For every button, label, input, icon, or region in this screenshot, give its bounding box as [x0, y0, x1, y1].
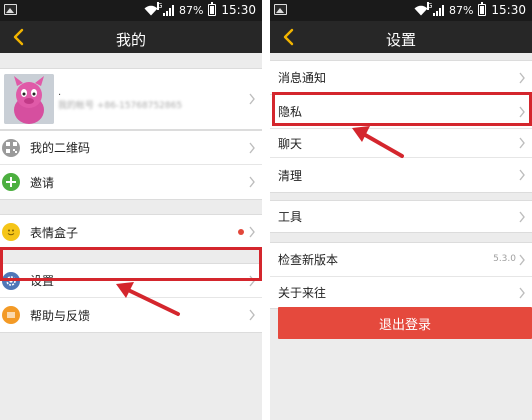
menu-label: 表情盒子: [30, 225, 79, 240]
notification-dot: [238, 229, 244, 235]
menu-item-settings[interactable]: 设置: [0, 264, 262, 298]
profile-row[interactable]: . 我的帐号 +86-15768752865: [0, 69, 262, 129]
signal-icon: G: [426, 1, 444, 16]
profile-name-dot: .: [58, 86, 62, 98]
settings-item-tools[interactable]: 工具: [270, 201, 532, 232]
chevron-right-icon: [249, 142, 255, 153]
nav-bar: 我的: [0, 21, 262, 53]
settings-item-privacy[interactable]: 隐私: [270, 95, 532, 129]
settings-label: 隐私: [278, 105, 303, 119]
battery-icon: [208, 2, 217, 16]
settings-item-cleanup[interactable]: 清理: [270, 158, 532, 192]
status-time: 15:30: [221, 3, 256, 17]
menu-item-qr-code[interactable]: 我的二维码: [0, 131, 262, 165]
chevron-right-icon: [519, 287, 525, 298]
menu-group-1: 我的二维码 邀请: [0, 130, 262, 200]
chevron-right-icon: [249, 226, 255, 238]
phone-screen-my: G 87% 15:30 我的 . 我的帐号 +86-15768752865 我的…: [0, 0, 262, 420]
menu-label: 帮助与反馈: [30, 308, 91, 323]
account-text: 我的帐号 +86-15768752865: [58, 100, 183, 111]
menu-label: 邀请: [30, 175, 55, 190]
chevron-right-icon: [519, 137, 525, 149]
chevron-right-icon: [519, 254, 525, 265]
qr-code-icon: [2, 138, 20, 157]
chevron-right-icon: [249, 275, 255, 286]
smiley-icon: [2, 223, 20, 241]
nav-bar: 设置: [270, 21, 532, 53]
battery-percent: 87%: [178, 3, 204, 17]
chevron-right-icon: [519, 169, 525, 181]
menu-group-3: 设置 帮助与反馈: [0, 263, 262, 333]
gallery-icon: [274, 4, 287, 15]
settings-group-2: 工具: [270, 200, 532, 233]
status-bar: G 87% 15:30: [0, 0, 262, 21]
chevron-right-icon: [249, 176, 255, 188]
chevron-right-icon: [249, 309, 255, 321]
avatar-image: [4, 74, 54, 124]
settings-label: 检查新版本: [278, 253, 339, 267]
gallery-icon: [4, 4, 17, 15]
profile-group: . 我的帐号 +86-15768752865: [0, 68, 262, 130]
settings-item-chat[interactable]: 聊天: [270, 129, 532, 158]
chevron-right-icon: [519, 72, 525, 83]
chevron-right-icon: [519, 211, 525, 222]
logout-button[interactable]: 退出登录: [278, 307, 532, 339]
menu-item-emoji-box[interactable]: 表情盒子: [0, 215, 262, 249]
settings-label: 消息通知: [278, 71, 327, 85]
chevron-right-icon: [519, 106, 525, 117]
phone-screen-settings: G 87% 15:30 设置 消息通知 隐私 聊天 清理 工具 检查新版本 5.…: [270, 0, 532, 420]
settings-label: 清理: [278, 168, 303, 183]
plus-icon: [2, 173, 20, 191]
avatar: [4, 74, 54, 124]
menu-item-invite[interactable]: 邀请: [0, 165, 262, 199]
menu-label: 我的二维码: [30, 141, 91, 155]
menu-label: 设置: [30, 274, 55, 288]
signal-icon: G: [156, 1, 174, 16]
battery-percent: 87%: [448, 3, 474, 17]
menu-item-help-feedback[interactable]: 帮助与反馈: [0, 298, 262, 332]
settings-group-3: 检查新版本 5.3.0 关于来往: [270, 242, 532, 309]
settings-item-check-update[interactable]: 检查新版本 5.3.0: [270, 243, 532, 277]
page-title: 设置: [385, 31, 416, 49]
version-value: 5.3.0: [493, 253, 516, 264]
menu-group-2: 表情盒子: [0, 214, 262, 250]
settings-label: 工具: [278, 210, 303, 224]
settings-group-1: 消息通知 隐私 聊天 清理: [270, 60, 532, 193]
page-title: 我的: [115, 31, 146, 49]
chevron-right-icon: [249, 93, 255, 105]
status-time: 15:30: [491, 3, 526, 17]
settings-item-about[interactable]: 关于来往: [270, 277, 532, 308]
wifi-icon: [144, 5, 158, 15]
help-icon: [2, 306, 20, 324]
status-bar: G 87% 15:30: [270, 0, 532, 21]
settings-label: 聊天: [278, 136, 303, 151]
settings-item-notifications[interactable]: 消息通知: [270, 61, 532, 95]
wifi-icon: [414, 5, 428, 15]
battery-icon: [478, 2, 487, 16]
settings-label: 关于来往: [278, 286, 327, 300]
gear-icon: [2, 271, 20, 290]
